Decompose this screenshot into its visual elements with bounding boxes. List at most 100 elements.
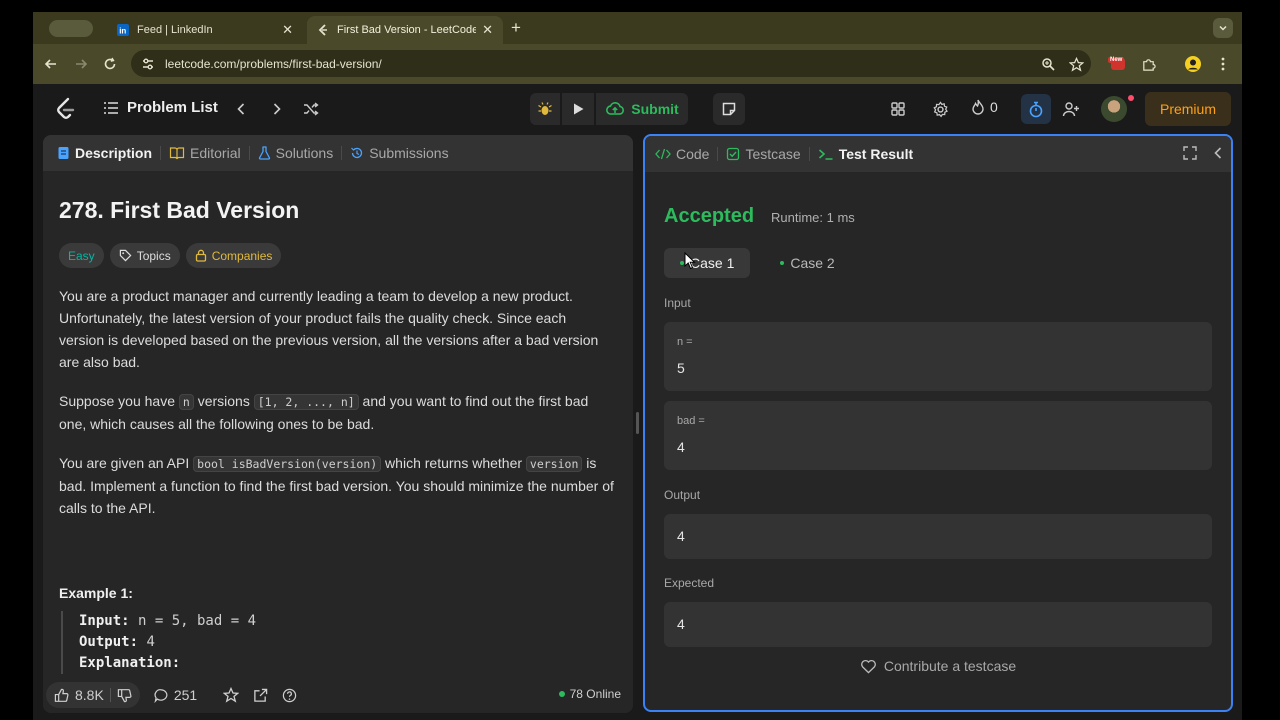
companies-label: Companies [211,248,273,263]
case-label: Case 1 [690,255,735,271]
play-icon [574,103,584,115]
notes-button[interactable] [713,93,745,125]
list-icon [104,101,118,114]
tab-test-result[interactable]: Test Result [818,146,913,162]
leetcode-logo-icon[interactable] [55,97,75,121]
cloud-upload-icon [606,102,625,115]
tab-label: Solutions [275,145,334,161]
submit-button[interactable]: Submit [596,93,688,125]
text-run: versions [193,393,254,409]
address-bar[interactable]: leetcode.com/problems/first-bad-version/ [131,50,1091,77]
expected-value: 4 [677,616,685,632]
tab-description[interactable]: Description [57,145,152,161]
input-n-box: n = 5 [664,322,1212,391]
tab-search-chevron-icon[interactable] [1213,18,1233,38]
svg-text:in: in [119,27,126,36]
case-tab-1[interactable]: Case 1 [664,248,751,278]
close-icon[interactable]: ✕ [482,22,493,38]
online-count: 78 Online [569,687,621,701]
browser-tab-leetcode[interactable]: First Bad Version - LeetCode ✕ [307,16,503,44]
expected-label: Expected [664,576,715,590]
difficulty-badge: Easy [59,243,104,268]
timer-button[interactable] [1021,94,1051,124]
tab-testcase[interactable]: Testcase [726,146,801,162]
add-friend-icon[interactable] [1061,99,1081,119]
site-settings-icon[interactable] [141,57,155,71]
code-brackets-icon [655,148,671,160]
description-paragraph: Suppose you have n versions [1, 2, ..., … [59,390,614,435]
problem-list-label: Problem List [127,99,218,116]
browser-menu-icon[interactable] [1213,54,1233,74]
vote-divider [109,688,111,702]
bookmark-star-icon[interactable] [1066,54,1086,74]
tab-editorial[interactable]: Editorial [169,145,241,161]
leetcode-header: Problem List Submit 0 Premium [33,84,1242,134]
description-footer: 8.8K 251 78 Online [43,677,633,713]
thumbs-down-icon[interactable] [117,688,132,703]
close-icon[interactable]: ✕ [282,22,293,38]
extensions-puzzle-icon[interactable] [1138,54,1158,74]
comments-button[interactable]: 251 [154,687,197,703]
contribute-testcase-button[interactable]: Contribute a testcase [645,658,1231,674]
streak-count: 0 [990,99,998,115]
layout-grid-icon[interactable] [888,99,908,119]
help-icon[interactable] [282,688,297,703]
tab-group-pill[interactable] [49,20,93,37]
fullscreen-icon[interactable] [1183,146,1197,160]
share-icon[interactable] [253,688,268,703]
output-value: 4 [677,528,685,544]
tag-icon [119,249,132,262]
case-tab-2[interactable]: Case 2 [764,248,850,278]
browser-tab-linkedin[interactable]: in Feed | LinkedIn ✕ [107,16,303,44]
variable-value: 5 [677,360,685,376]
premium-button[interactable]: Premium [1145,92,1231,126]
run-button[interactable] [562,93,594,125]
zoom-icon[interactable] [1038,54,1058,74]
tab-solutions[interactable]: Solutions [258,145,334,161]
previous-problem-chevron-icon[interactable] [231,99,251,119]
back-arrow-icon[interactable] [41,54,61,74]
result-status: Accepted [664,205,755,227]
url-text: leetcode.com/problems/first-bad-version/ [165,56,382,71]
next-problem-chevron-icon[interactable] [267,99,287,119]
example-label: Output: [79,634,139,650]
problem-list-link[interactable]: Problem List [103,99,218,116]
forward-arrow-icon[interactable] [71,54,91,74]
tab-code[interactable]: Code [655,146,709,162]
example-label: Explanation: [79,655,181,671]
flask-icon [258,146,270,160]
favorite-star-icon[interactable] [223,687,240,703]
problem-description: You are a product manager and currently … [59,285,614,536]
tab-label: Test Result [838,146,914,162]
example-output-line: Output: 4 [79,632,256,653]
settings-gear-icon[interactable] [930,99,950,119]
likes-count: 8.8K [75,687,104,703]
pass-dot [780,261,785,265]
description-paragraph: You are a product manager and currently … [59,288,599,370]
thumbs-up-icon[interactable] [54,688,69,703]
mouse-cursor-icon [684,252,696,270]
new-tab-plus-icon[interactable]: + [511,18,521,38]
example-value: n = 5, bad = 4 [129,613,257,629]
tab-submissions[interactable]: Submissions [350,145,449,161]
linkedin-icon: in [117,24,129,36]
debug-button[interactable] [530,93,560,125]
note-icon [722,102,736,116]
book-icon [169,147,185,160]
variable-value: 4 [677,439,685,455]
example-explanation-line: Explanation: [79,653,256,674]
panel-resize-handle[interactable] [636,412,639,434]
reload-icon[interactable] [100,54,120,74]
checkbox-icon [727,147,740,161]
tab-divider [248,146,250,160]
flame-icon [972,99,984,115]
streak-counter[interactable]: 0 [971,99,998,115]
companies-chip[interactable]: Companies [185,243,282,268]
collapse-chevron-icon[interactable] [1213,146,1223,160]
profile-icon[interactable] [1183,54,1203,74]
tab-divider [717,147,719,161]
description-panel: Description Editorial Solutions Submissi… [43,135,633,713]
topics-chip[interactable]: Topics [109,243,180,268]
avatar[interactable] [1101,96,1127,122]
shuffle-icon[interactable] [301,99,321,119]
